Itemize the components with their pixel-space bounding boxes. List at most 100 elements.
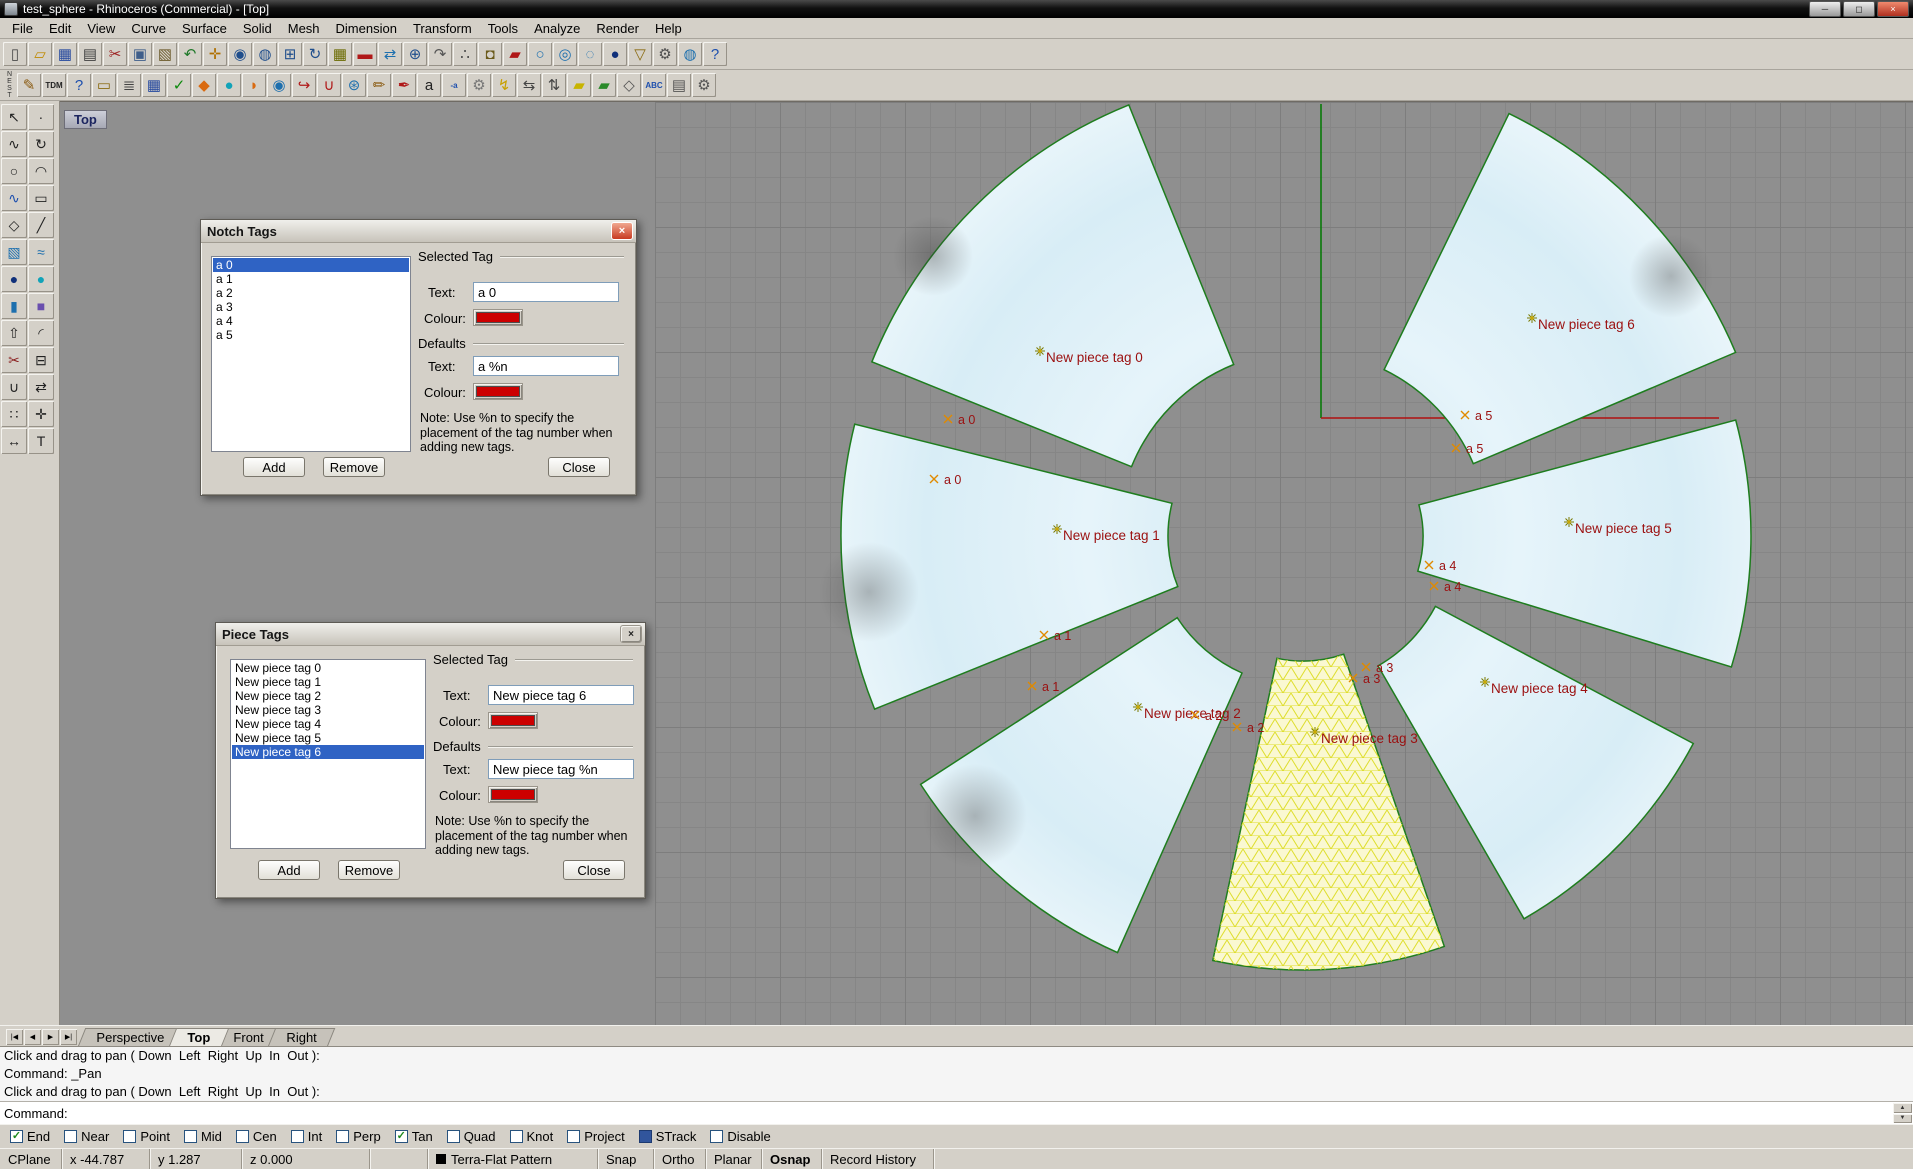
scale-icon[interactable]: ↔ [1, 428, 27, 454]
minimize-button[interactable]: ─ [1809, 1, 1841, 17]
line-icon[interactable]: ╱ [28, 212, 54, 238]
filter-icon[interactable]: ▽ [628, 42, 652, 66]
cut-icon[interactable]: ✂ [103, 42, 127, 66]
list-item[interactable]: a 4 [213, 314, 409, 328]
notch-default-colour-button[interactable] [473, 383, 523, 400]
rotate-icon[interactable]: ↻ [28, 131, 54, 157]
notch-add-button[interactable]: Add [243, 457, 305, 477]
magnet-icon[interactable]: ∪ [317, 73, 341, 97]
menu-help[interactable]: Help [647, 21, 690, 36]
osnap-knot[interactable]: Knot [510, 1129, 554, 1144]
abc-icon[interactable]: ABC [642, 73, 666, 97]
layer-manager-icon[interactable]: ▦ [328, 42, 352, 66]
osnap-int[interactable]: Int [291, 1129, 322, 1144]
menu-render[interactable]: Render [588, 21, 647, 36]
stack-icon[interactable]: ≣ [117, 73, 141, 97]
pencil-icon[interactable]: ✏ [367, 73, 391, 97]
scroll-up-icon[interactable]: ▲ [1893, 1103, 1912, 1113]
text-icon[interactable]: T [28, 428, 54, 454]
osnap-point[interactable]: Point [123, 1129, 170, 1144]
notch-selected-colour-button[interactable] [473, 309, 523, 326]
new-file-icon[interactable]: ▯ [3, 42, 27, 66]
notch-close-button[interactable]: Close [548, 457, 610, 477]
piece-close-button[interactable]: Close [563, 860, 625, 880]
osnap-mid[interactable]: Mid [184, 1129, 222, 1144]
ball-cyan-icon[interactable]: ● [217, 73, 241, 97]
list-item[interactable]: a 2 [213, 286, 409, 300]
list-item[interactable]: a 5 [213, 328, 409, 342]
list-item[interactable]: New piece tag 1 [232, 675, 424, 689]
circle-tool-icon[interactable]: ○ [528, 42, 552, 66]
scroll-down-icon[interactable]: ▼ [1893, 1114, 1912, 1124]
list-item[interactable]: New piece tag 0 [232, 661, 424, 675]
select-icon[interactable]: ↖ [1, 104, 27, 130]
help-icon[interactable]: ? [703, 42, 727, 66]
paste-icon[interactable]: ▧ [153, 42, 177, 66]
tab-nav-previous-button[interactable]: ◀ [24, 1029, 41, 1045]
status-pattern[interactable]: Terra-Flat Pattern [428, 1149, 598, 1169]
command-prompt[interactable]: Command: [0, 1106, 68, 1121]
copy-icon[interactable]: ▣ [128, 42, 152, 66]
arc-icon[interactable]: ◠ [28, 158, 54, 184]
notch-dialog-titlebar[interactable]: Notch Tags × [201, 220, 636, 243]
gears-icon[interactable]: ⚙ [653, 42, 677, 66]
list-item[interactable]: a 1 [213, 272, 409, 286]
menu-solid[interactable]: Solid [235, 21, 280, 36]
surface-icon[interactable]: ▧ [1, 239, 27, 265]
status-ortho-toggle[interactable]: Ortho [654, 1149, 706, 1169]
menu-curve[interactable]: Curve [123, 21, 174, 36]
split-icon[interactable]: ⊟ [28, 347, 54, 373]
menu-view[interactable]: View [79, 21, 123, 36]
check-icon[interactable]: ✓ [167, 73, 191, 97]
diamond-icon[interactable]: ◇ [617, 73, 641, 97]
join-icon[interactable]: ∪ [1, 374, 27, 400]
gear-a-icon[interactable]: ⚙ [467, 73, 491, 97]
osnap-strack[interactable]: STrack [639, 1129, 697, 1144]
piece-tag-list[interactable]: New piece tag 0New piece tag 1New piece … [230, 659, 426, 849]
status-cplane[interactable]: CPlane [0, 1149, 62, 1169]
piece-selected-text-input[interactable] [488, 685, 634, 705]
ruler-icon[interactable]: ▭ [92, 73, 116, 97]
text-a-icon[interactable]: a [417, 73, 441, 97]
globe-gear-icon[interactable]: ⊛ [342, 73, 366, 97]
status-snap-toggle[interactable]: Snap [598, 1149, 654, 1169]
text-a-arrow-icon[interactable]: -a [442, 73, 466, 97]
osnap-cen[interactable]: Cen [236, 1129, 277, 1144]
tab-right[interactable]: Right [268, 1028, 336, 1046]
open-file-icon[interactable]: ▱ [28, 42, 52, 66]
status-planar-toggle[interactable]: Planar [706, 1149, 762, 1169]
list-item[interactable]: New piece tag 6 [232, 745, 424, 759]
menu-dimension[interactable]: Dimension [328, 21, 405, 36]
hook-icon[interactable]: ↪ [292, 73, 316, 97]
rectangle-icon[interactable]: ▭ [28, 185, 54, 211]
menu-transform[interactable]: Transform [405, 21, 480, 36]
save-icon[interactable]: ▦ [53, 42, 77, 66]
point-marker-icon[interactable]: ∴ [453, 42, 477, 66]
osnap-end[interactable]: ✓End [10, 1129, 50, 1144]
help-circle-icon[interactable]: ? [67, 73, 91, 97]
list-item[interactable]: a 0 [213, 258, 409, 272]
flip-v-icon[interactable]: ⇅ [542, 73, 566, 97]
piece-dialog-titlebar[interactable]: Piece Tags × [216, 623, 645, 646]
notch-selected-text-input[interactable] [473, 282, 619, 302]
list-item[interactable]: a 3 [213, 300, 409, 314]
curve-icon[interactable]: ∿ [1, 185, 27, 211]
close-button[interactable]: × [1877, 1, 1909, 17]
undo-icon[interactable]: ↶ [178, 42, 202, 66]
list-item[interactable]: New piece tag 2 [232, 689, 424, 703]
tab-nav-first-button[interactable]: |◀ [6, 1029, 23, 1045]
osnap-tan[interactable]: ✓Tan [395, 1129, 433, 1144]
status-record-history-toggle[interactable]: Record History [822, 1149, 934, 1169]
menu-analyze[interactable]: Analyze [526, 21, 588, 36]
cylinder-icon[interactable]: ▮ [1, 293, 27, 319]
mirror-icon[interactable]: ⇄ [28, 374, 54, 400]
tab-perspective[interactable]: Perspective [78, 1028, 183, 1046]
object-properties-icon[interactable]: ▬ [353, 42, 377, 66]
lock-icon[interactable]: ◘ [478, 42, 502, 66]
status-osnap-toggle[interactable]: Osnap [762, 1149, 822, 1169]
page-icon[interactable]: ▤ [667, 73, 691, 97]
list-item[interactable]: New piece tag 4 [232, 717, 424, 731]
circle-icon[interactable]: ○ [1, 158, 27, 184]
gear2-icon[interactable]: ⚙ [692, 73, 716, 97]
rotate-view-icon[interactable]: ↻ [303, 42, 327, 66]
